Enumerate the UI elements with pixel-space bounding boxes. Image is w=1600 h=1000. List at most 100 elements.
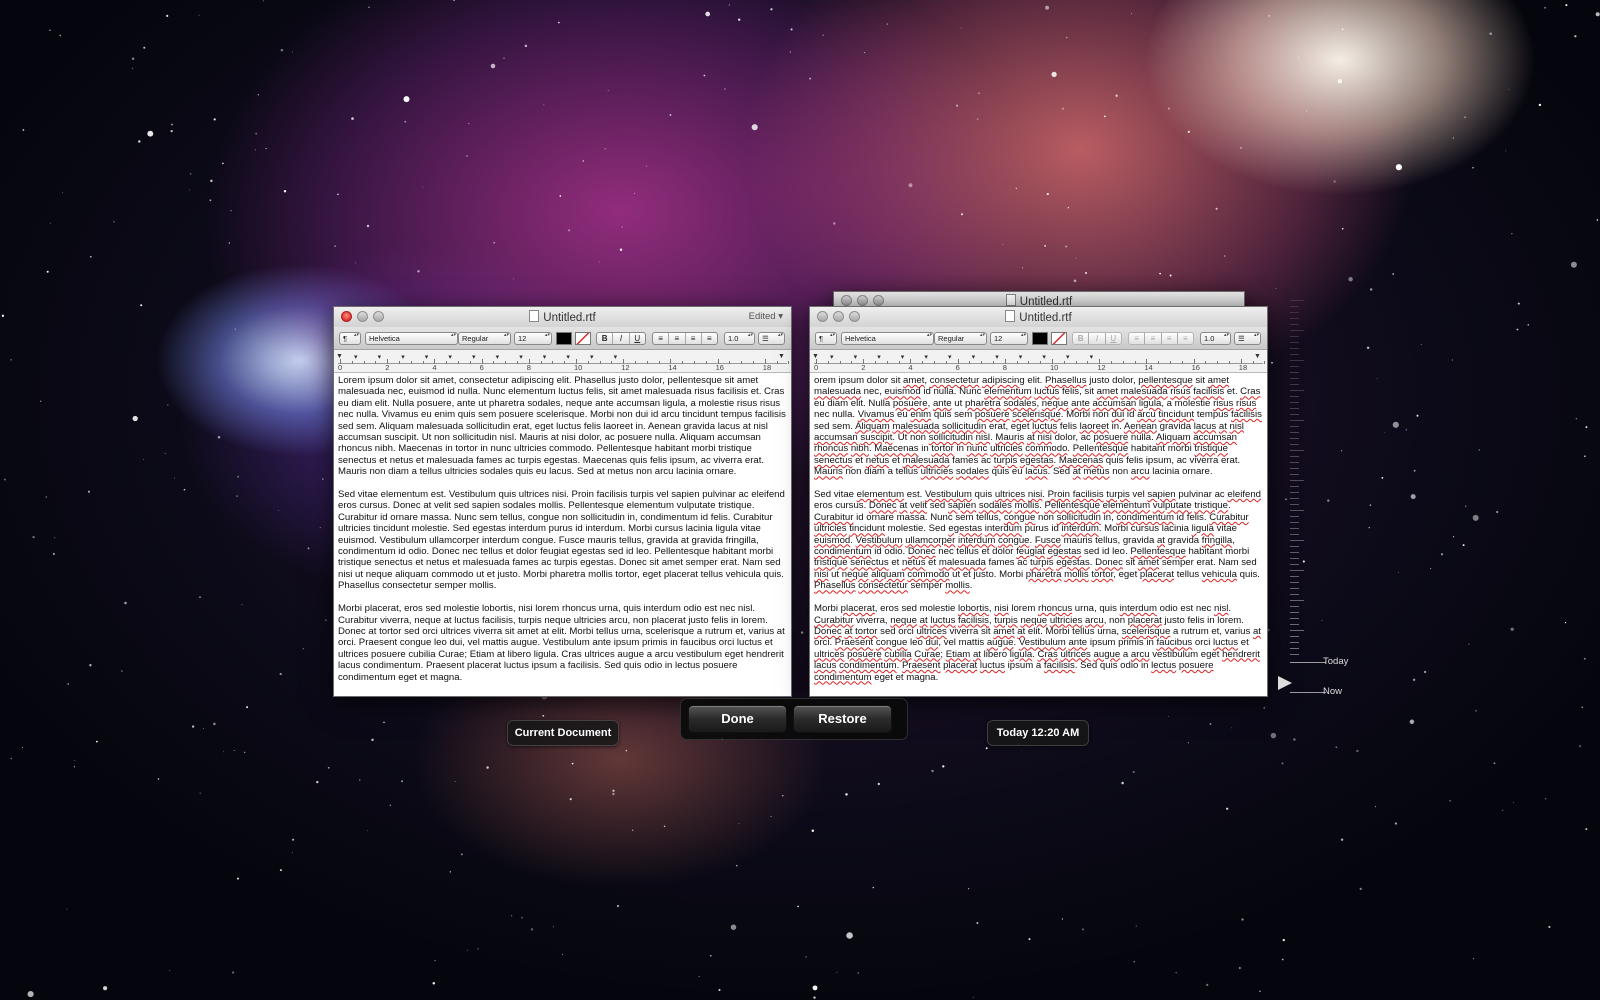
timeline-tick[interactable]: [1290, 324, 1299, 325]
font-family-popup[interactable]: Helvetica: [365, 332, 458, 345]
timeline-tick[interactable]: [1290, 570, 1304, 571]
timeline-tick[interactable]: [1290, 630, 1304, 631]
timeline-tick[interactable]: [1290, 396, 1299, 397]
timeline-tick[interactable]: [1290, 498, 1299, 499]
timeline-tick[interactable]: [1290, 462, 1299, 463]
tab-stop-icon[interactable]: ▾: [425, 353, 429, 361]
tab-stop-icon[interactable]: ▾: [948, 353, 952, 361]
tab-stop-icon[interactable]: ▾: [519, 353, 523, 361]
timeline-tick[interactable]: [1290, 624, 1299, 625]
tab-stop-icon[interactable]: ▾: [566, 353, 570, 361]
timeline-now-marker[interactable]: [1290, 692, 1326, 693]
timeline-tick[interactable]: [1290, 474, 1299, 475]
timeline-tick[interactable]: [1290, 654, 1299, 655]
timeline-tick[interactable]: [1290, 636, 1299, 637]
bold-italic-underline-group[interactable]: BIU: [596, 332, 646, 345]
timeline-today-label[interactable]: Today: [1323, 656, 1348, 667]
tab-stop-icon[interactable]: ▾: [354, 353, 358, 361]
timeline-tick[interactable]: [1290, 522, 1299, 523]
timeline-tick[interactable]: [1290, 600, 1304, 601]
timeline-tick[interactable]: [1290, 510, 1304, 511]
timeline-tick[interactable]: [1290, 504, 1299, 505]
version-timeline[interactable]: Today Now: [1276, 292, 1356, 712]
tab-stop-icon[interactable]: ▾: [1019, 353, 1023, 361]
restore-button[interactable]: Restore: [793, 705, 892, 733]
timeline-tick[interactable]: [1290, 480, 1304, 481]
timeline-tick[interactable]: [1290, 336, 1299, 337]
timeline-tick[interactable]: [1290, 426, 1299, 427]
tab-stop-icon[interactable]: ▾: [401, 353, 405, 361]
tab-stop-icon[interactable]: ▾: [496, 353, 500, 361]
alignment-group[interactable]: ≡ ≡ ≡ ≡: [652, 332, 718, 345]
timeline-tick[interactable]: [1290, 372, 1299, 373]
timeline-tick[interactable]: [1290, 582, 1299, 583]
timeline-tick[interactable]: [1290, 564, 1299, 565]
align-justify-icon[interactable]: ≡: [702, 333, 717, 344]
timeline-tick[interactable]: [1290, 354, 1299, 355]
version-document-text[interactable]: orem ipsum dolor sit amet, consectetur a…: [810, 373, 1267, 696]
align-left-icon[interactable]: ≡: [653, 333, 670, 344]
timeline-tick[interactable]: [1290, 528, 1299, 529]
timeline-tick[interactable]: [1290, 492, 1299, 493]
timeline-tick[interactable]: [1290, 414, 1299, 415]
timeline-tick[interactable]: [1290, 540, 1304, 541]
timeline-tick[interactable]: [1290, 552, 1299, 553]
list-style-popup[interactable]: ☰: [758, 332, 785, 345]
right-margin-marker-icon[interactable]: ▼: [1254, 353, 1261, 360]
timeline-tick[interactable]: [1290, 366, 1299, 367]
timeline-tick[interactable]: [1290, 408, 1299, 409]
timeline-tick[interactable]: [1290, 300, 1304, 301]
timeline-tick[interactable]: [1290, 456, 1299, 457]
left-margin-marker-icon[interactable]: ▼: [336, 353, 343, 360]
underline-button[interactable]: U: [630, 333, 645, 344]
timeline-tick[interactable]: [1290, 612, 1299, 613]
timeline-tick[interactable]: [1290, 642, 1299, 643]
highlight-color-well[interactable]: [575, 332, 591, 345]
timeline-tick[interactable]: [1290, 402, 1299, 403]
timeline-tick[interactable]: [1290, 468, 1299, 469]
timeline-tick[interactable]: [1290, 534, 1299, 535]
timeline-now-label[interactable]: Now: [1323, 686, 1342, 697]
timeline-tick[interactable]: [1290, 360, 1304, 361]
timeline-tick[interactable]: [1290, 576, 1299, 577]
tab-stop-icon[interactable]: ▾: [901, 353, 905, 361]
timeline-tick[interactable]: [1290, 348, 1299, 349]
left-margin-marker-icon[interactable]: ▼: [812, 353, 819, 360]
tab-stop-icon[interactable]: ▾: [614, 353, 618, 361]
timeline-tick[interactable]: [1290, 588, 1299, 589]
tab-stop-icon[interactable]: ▾: [590, 353, 594, 361]
timeline-tick[interactable]: [1290, 450, 1304, 451]
tab-stop-icon[interactable]: ▾: [830, 353, 834, 361]
timeline-tick[interactable]: [1290, 444, 1299, 445]
tab-stop-icon[interactable]: ▾: [972, 353, 976, 361]
timeline-tick[interactable]: [1290, 594, 1299, 595]
tab-stop-icon[interactable]: ▾: [448, 353, 452, 361]
tab-stop-icon[interactable]: ▾: [378, 353, 382, 361]
timeline-tick[interactable]: [1290, 384, 1299, 385]
timeline-tick[interactable]: [1290, 378, 1299, 379]
tab-stop-icon[interactable]: ▾: [924, 353, 928, 361]
timeline-tick[interactable]: [1290, 318, 1299, 319]
tab-stop-icon[interactable]: ▾: [995, 353, 999, 361]
timeline-tick[interactable]: [1290, 558, 1299, 559]
tab-stop-icon[interactable]: ▾: [877, 353, 881, 361]
timeline-tick[interactable]: [1290, 420, 1304, 421]
font-size-combo[interactable]: 12: [514, 332, 552, 345]
timeline-today-marker[interactable]: [1290, 662, 1326, 663]
line-spacing-popup[interactable]: 1.0: [724, 332, 755, 345]
tab-stop-icon[interactable]: ▾: [472, 353, 476, 361]
timeline-tick[interactable]: [1290, 312, 1299, 313]
ruler[interactable]: 0 2 4 6 8 10 12 14 16 18 ▾ ▾ ▾ ▾ ▾ ▾ ▾ ▾ ▾ ▾ ▾ ▾ ▼ ▼: [334, 350, 791, 373]
align-center-icon[interactable]: ≡: [669, 333, 686, 344]
timeline-tick[interactable]: [1290, 618, 1299, 619]
paragraph-style-popup[interactable]: ¶: [339, 332, 361, 345]
timeline-tick[interactable]: [1290, 438, 1299, 439]
right-margin-marker-icon[interactable]: ▼: [778, 353, 785, 360]
window-titlebar[interactable]: Untitled.rtf Edited ▾: [334, 307, 791, 327]
timeline-tick[interactable]: [1290, 330, 1304, 331]
tab-stop-icon[interactable]: ▾: [1042, 353, 1046, 361]
done-button[interactable]: Done: [688, 705, 787, 733]
bold-button[interactable]: B: [597, 333, 614, 344]
window-titlebar[interactable]: Untitled.rtf: [810, 307, 1267, 327]
tab-stop-icon[interactable]: ▾: [543, 353, 547, 361]
